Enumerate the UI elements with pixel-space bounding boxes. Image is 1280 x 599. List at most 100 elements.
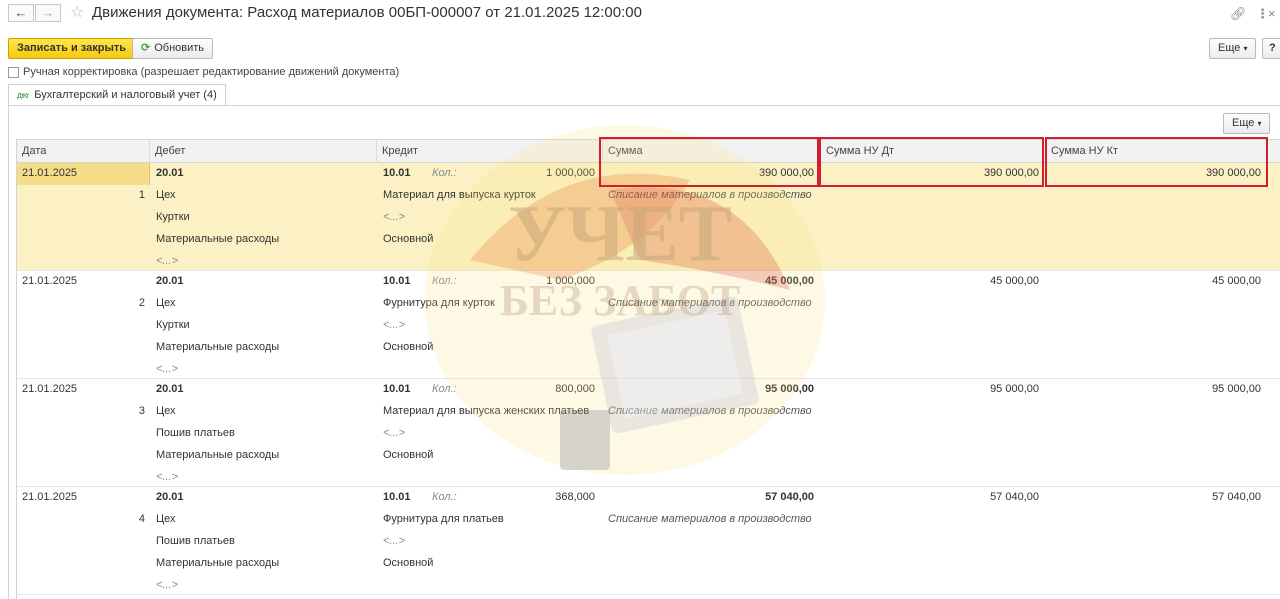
cell-sum-nu-kt: 45 000,00 bbox=[1212, 275, 1261, 287]
cell-credit-account: 10.01 bbox=[383, 167, 411, 179]
cell-sum-nu-dt: 390 000,00 bbox=[983, 167, 1039, 179]
back-button[interactable]: ← bbox=[8, 4, 34, 22]
cell-sum: 45 000,00 bbox=[765, 275, 814, 287]
close-icon[interactable]: × bbox=[1268, 6, 1276, 21]
cell-credit-sub2: <...> bbox=[383, 535, 406, 547]
cell-sum-nu-dt: 57 040,00 bbox=[990, 491, 1039, 503]
tab-divider bbox=[8, 105, 1280, 106]
panel-left-border bbox=[8, 105, 9, 599]
cell-content: Списание материалов в производство bbox=[608, 297, 812, 309]
cell-sum-nu-dt: 95 000,00 bbox=[990, 383, 1039, 395]
dropdown-caret-icon: ▾ bbox=[1257, 119, 1262, 128]
refresh-icon: ⟳ bbox=[141, 42, 151, 54]
cell-credit-account: 10.01 bbox=[383, 383, 411, 395]
cell-credit-sub3: Основной bbox=[383, 449, 434, 461]
manual-correction-label: Ручная корректировка (разрешает редактир… bbox=[23, 66, 400, 79]
cell-num: 3 bbox=[138, 405, 145, 417]
cell-credit-sub2: <...> bbox=[383, 427, 406, 439]
favorite-star-icon[interactable]: ☆ bbox=[70, 4, 84, 22]
cell-num: 2 bbox=[138, 297, 145, 309]
cell-credit-sub1: Фурнитура для курток bbox=[383, 297, 495, 309]
col-sum-nu-kt[interactable]: Сумма НУ Кт bbox=[1046, 140, 1280, 163]
help-button[interactable]: ? bbox=[1262, 38, 1280, 59]
entries-table: Дата Дебет Кредит Сумма Сумма НУ Дт Сумм… bbox=[16, 139, 1280, 599]
cell-debit-account: 20.01 bbox=[156, 491, 184, 503]
cell-debit-sub3: Материальные расходы bbox=[156, 233, 280, 245]
save-and-close-button[interactable]: Записать и закрыть bbox=[8, 38, 136, 59]
cell-sum-nu-dt: 45 000,00 bbox=[990, 275, 1039, 287]
table-row[interactable]: 21.01.2025 1 20.01 Цех Куртки Материальные ра… bbox=[17, 163, 1280, 271]
col-sum[interactable]: Сумма bbox=[603, 140, 821, 163]
cell-credit-sub1: Материал для выпуска женских платьев bbox=[383, 405, 590, 417]
grid-more-button[interactable]: Еще ▾ bbox=[1223, 113, 1271, 134]
cell-debit-sub4: <...> bbox=[156, 471, 179, 483]
refresh-button[interactable]: ⟳ Обновить bbox=[132, 38, 214, 59]
cell-debit-account: 20.01 bbox=[156, 383, 184, 395]
cell-qty: 368,000 bbox=[555, 491, 595, 503]
cell-sum: 57 040,00 bbox=[765, 491, 814, 503]
refresh-label: Обновить bbox=[154, 42, 205, 54]
cell-date: 21.01.2025 bbox=[22, 275, 78, 287]
table-row[interactable]: 21.01.2025 3 20.01 Цех Пошив платьев Материал… bbox=[17, 379, 1280, 487]
cell-debit-sub3: Материальные расходы bbox=[156, 449, 280, 461]
cell-date: 21.01.2025 bbox=[22, 383, 78, 395]
cell-debit-sub4: <...> bbox=[156, 255, 179, 267]
cell-qty: 1 000,000 bbox=[546, 167, 595, 179]
cell-content: Списание материалов в производство bbox=[608, 513, 812, 525]
cell-debit-sub1: Цех bbox=[156, 513, 176, 525]
arrow-right-icon: → bbox=[41, 5, 55, 20]
cell-credit-sub2: <...> bbox=[383, 211, 406, 223]
cell-credit-account: 10.01 bbox=[383, 275, 411, 287]
cell-debit-sub2: Куртки bbox=[156, 211, 190, 223]
cell-qty: 800,000 bbox=[555, 383, 595, 395]
link-icon[interactable]: 🔗︎ bbox=[1230, 6, 1247, 22]
table-row[interactable]: 21.01.2025 2 20.01 Цех Куртки Материальные ра… bbox=[17, 271, 1280, 379]
cell-sum: 390 000,00 bbox=[758, 167, 814, 179]
cell-debit-account: 20.01 bbox=[156, 275, 184, 287]
col-debit[interactable]: Дебет bbox=[150, 140, 377, 163]
manual-correction-row[interactable]: Ручная корректировка (разрешает редактир… bbox=[8, 66, 399, 80]
col-sum-nu-dt[interactable]: Сумма НУ Дт bbox=[821, 140, 1046, 163]
tab-accounting[interactable]: ДтКт Бухгалтерский и налоговый учет (4) bbox=[8, 84, 226, 106]
cell-debit-sub1: Цех bbox=[156, 405, 176, 417]
window-title: Движения документа: Расход материалов 00… bbox=[92, 4, 642, 21]
cell-debit-account: 20.01 bbox=[156, 167, 184, 179]
cell-content: Списание материалов в производство bbox=[608, 189, 812, 201]
cell-credit-account: 10.01 bbox=[383, 491, 411, 503]
cell-qty-label: Кол.: bbox=[432, 383, 457, 395]
title-bar: ← → ☆ Движения документа: Расход материа… bbox=[0, 0, 1280, 28]
forward-button[interactable]: → bbox=[35, 4, 61, 22]
col-date[interactable]: Дата bbox=[17, 140, 150, 163]
cell-debit-sub1: Цех bbox=[156, 189, 176, 201]
cell-debit-sub2: Куртки bbox=[156, 319, 190, 331]
grid-more-label: Еще bbox=[1232, 117, 1255, 129]
cell-debit-sub2: Пошив платьев bbox=[156, 427, 235, 439]
table-row[interactable]: 21.01.2025 4 20.01 Цех Пошив платьев Материал… bbox=[17, 487, 1280, 595]
cell-credit-sub2: <...> bbox=[383, 319, 406, 331]
cell-debit-sub3: Материальные расходы bbox=[156, 557, 280, 569]
cell-credit-sub3: Основной bbox=[383, 557, 434, 569]
cell-num: 4 bbox=[138, 513, 145, 525]
cell-credit-sub1: Фурнитура для платьев bbox=[383, 513, 504, 525]
cell-sum-nu-kt: 390 000,00 bbox=[1205, 167, 1261, 179]
cell-sum-nu-kt: 57 040,00 bbox=[1212, 491, 1261, 503]
tab-accounting-label: Бухгалтерский и налоговый учет (4) bbox=[34, 89, 217, 101]
debit-credit-icon: ДтКт bbox=[17, 93, 29, 100]
col-credit[interactable]: Кредит bbox=[377, 140, 603, 163]
cell-sum: 95 000,00 bbox=[765, 383, 814, 395]
cell-credit-sub3: Основной bbox=[383, 341, 434, 353]
cell-credit-sub1: Материал для выпуска курток bbox=[383, 189, 536, 201]
cell-date: 21.01.2025 bbox=[22, 491, 78, 503]
table-header: Дата Дебет Кредит Сумма Сумма НУ Дт Сумм… bbox=[17, 140, 1280, 163]
dropdown-caret-icon: ▾ bbox=[1243, 44, 1248, 53]
more-button[interactable]: Еще ▾ bbox=[1209, 38, 1257, 59]
manual-correction-checkbox[interactable] bbox=[8, 66, 19, 78]
cell-content: Списание материалов в производство bbox=[608, 405, 812, 417]
cell-debit-sub4: <...> bbox=[156, 579, 179, 591]
cell-credit-sub3: Основной bbox=[383, 233, 434, 245]
cell-debit-sub3: Материальные расходы bbox=[156, 341, 280, 353]
cell-qty: 1 000,000 bbox=[546, 275, 595, 287]
cell-date: 21.01.2025 bbox=[22, 167, 78, 179]
cell-qty-label: Кол.: bbox=[432, 167, 457, 179]
cell-qty-label: Кол.: bbox=[432, 491, 457, 503]
